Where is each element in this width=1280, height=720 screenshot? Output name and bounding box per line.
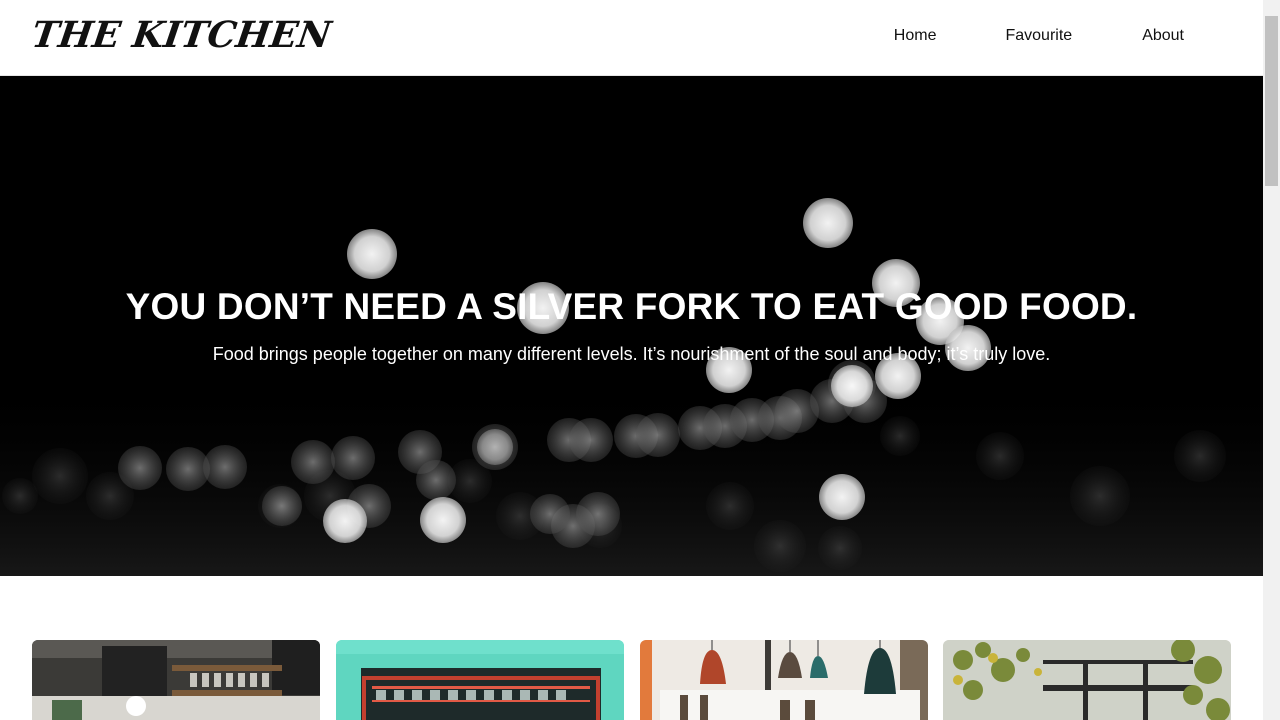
site-logo[interactable]: THE KITCHEN <box>29 14 334 56</box>
card-greenhouse-image[interactable] <box>943 640 1231 720</box>
hero-banner: YOU DON’T NEED A SILVER FORK TO EAT GOOD… <box>0 76 1263 576</box>
site-header: THE KITCHEN Home Favourite About <box>0 0 1263 76</box>
main-nav: Home Favourite About <box>894 27 1184 45</box>
hero-title: YOU DON’T NEED A SILVER FORK TO EAT GOOD… <box>125 286 1138 327</box>
card-cafe-image[interactable] <box>640 640 928 720</box>
card-kitchen-image[interactable] <box>32 640 320 720</box>
scrollbar-thumb[interactable] <box>1265 16 1278 186</box>
viewport: THE KITCHEN Home Favourite About YOU DON… <box>0 0 1263 720</box>
nav-home-link[interactable]: Home <box>894 27 937 45</box>
card-storefront-image[interactable] <box>336 640 624 720</box>
page: THE KITCHEN Home Favourite About YOU DON… <box>0 0 1280 720</box>
page-scrollbar[interactable] <box>1263 0 1280 720</box>
hero-subtitle: Food brings people together on many diff… <box>212 344 1051 364</box>
nav-about-link[interactable]: About <box>1142 27 1184 45</box>
card-grid <box>32 640 1231 720</box>
nav-favourite-link[interactable]: Favourite <box>1005 27 1072 45</box>
